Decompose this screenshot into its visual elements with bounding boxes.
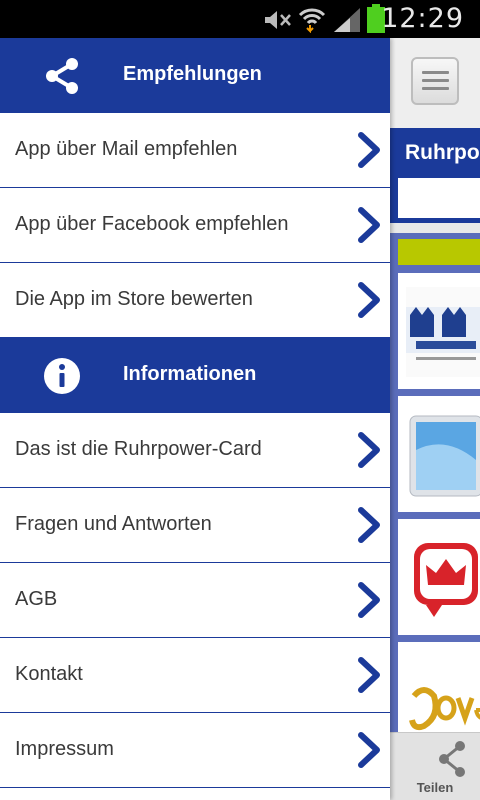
drawer-item-label: Impressum (15, 738, 114, 760)
app-toolbar (390, 38, 480, 129)
drawer-item-label: Das ist die Ruhrpower-Card (15, 438, 262, 460)
chevron-right-icon (358, 657, 380, 693)
offer-tile[interactable] (398, 396, 480, 512)
offer-list (390, 233, 480, 758)
mamma-mia-thumbnail (406, 287, 480, 377)
menu-line (422, 71, 449, 74)
background-app: Ruhrpo Teilen (390, 38, 480, 800)
section-header-informationen: Informationen (0, 338, 390, 413)
drawer-item-impressum[interactable]: Impressum (0, 713, 390, 788)
chevron-right-icon (358, 432, 380, 468)
chevron-right-icon (358, 132, 380, 168)
chevron-right-icon (358, 282, 380, 318)
share-icon (439, 741, 465, 777)
app-header-title: Ruhrpo (405, 141, 480, 164)
share-label: Teilen (416, 780, 454, 795)
hamburger-menu-button[interactable] (411, 57, 459, 105)
drawer-item-kontakt[interactable]: Kontakt (0, 638, 390, 713)
drawer-item-about-card[interactable]: Das ist die Ruhrpower-Card (0, 413, 390, 488)
offer-tile[interactable] (398, 273, 480, 389)
bottom-bar: Teilen (390, 732, 480, 800)
drawer-item-label: App über Facebook empfehlen (15, 213, 289, 235)
section-header-empfehlungen: Empfehlungen (0, 38, 390, 113)
info-icon (44, 358, 80, 394)
drawer-item-label: Die App im Store bewerten (15, 288, 253, 310)
status-bar: 12:29 (0, 0, 480, 38)
menu-line (422, 87, 449, 90)
section-title: Informationen (123, 363, 257, 385)
menu-line (422, 79, 449, 82)
drawer-item-rate-store[interactable]: Die App im Store bewerten (0, 263, 390, 338)
crown-app-thumbnail (414, 543, 478, 617)
drawer-item-facebook[interactable]: App über Facebook empfehlen (0, 188, 390, 263)
section-title: Empfehlungen (123, 63, 262, 85)
drawer-item-label: App über Mail empfehlen (15, 138, 238, 160)
drawer-item-mail[interactable]: App über Mail empfehlen (0, 113, 390, 188)
drawer-item-label: Fragen und Antworten (15, 513, 212, 535)
drawer-item-faq[interactable]: Fragen und Antworten (0, 488, 390, 563)
app-header: Ruhrpo (390, 128, 480, 223)
drawer-item-label: AGB (15, 588, 58, 610)
drawer-item-label: Kontakt (15, 663, 83, 685)
navigation-drawer: Empfehlungen App über Mail empfehlen App… (0, 38, 390, 800)
chevron-right-icon (358, 732, 380, 768)
chevron-right-icon (358, 582, 380, 618)
signal-icon (334, 8, 360, 32)
drawer-item-agb[interactable]: AGB (0, 563, 390, 638)
share-icon (46, 58, 78, 94)
chevron-right-icon (358, 507, 380, 543)
offer-tile[interactable] (398, 519, 480, 635)
mute-icon (265, 11, 291, 29)
status-time: 12:29 (381, 3, 464, 34)
wifi-icon (298, 8, 326, 33)
chevron-right-icon (358, 207, 380, 243)
tablet-thumbnail (409, 415, 480, 497)
lime-banner (398, 239, 480, 265)
app-header-field[interactable] (398, 178, 480, 218)
